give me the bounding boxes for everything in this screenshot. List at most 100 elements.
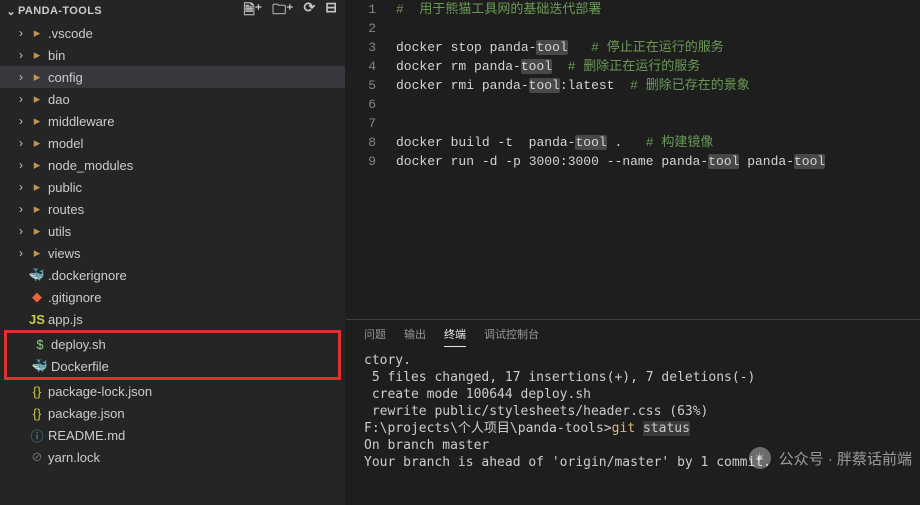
tree-item-label: routes xyxy=(48,202,84,217)
folder-icon: ▸ xyxy=(28,179,46,195)
new-folder-icon[interactable]: 🗀⁺ xyxy=(272,0,293,23)
refresh-icon[interactable]: ⟳ xyxy=(304,0,316,23)
code-line[interactable]: 6 xyxy=(346,95,920,114)
code-line[interactable]: 2 xyxy=(346,19,920,38)
main-area: 1# 用于熊猫工具网的基础迭代部署23docker stop panda-too… xyxy=(346,0,920,505)
tree-item-label: yarn.lock xyxy=(48,450,100,465)
explorer-header[interactable]: ⌄ PANDA-TOOLS 🗎⁺ 🗀⁺ ⟳ ⊟ xyxy=(0,0,345,22)
folder--vscode[interactable]: ›▸.vscode xyxy=(0,22,345,44)
folder-dao[interactable]: ›▸dao xyxy=(0,88,345,110)
terminal-output[interactable]: ctory. 5 files changed, 17 insertions(+)… xyxy=(346,350,920,505)
chevron-right-icon: › xyxy=(14,26,28,40)
file-tree-lower: {}package-lock.json{}package.jsonⓘREADME… xyxy=(0,380,345,468)
terminal-line: On branch master xyxy=(364,437,902,454)
line-number: 4 xyxy=(346,57,396,76)
code-content: docker stop panda-tool # 停止正在运行的服务 xyxy=(396,38,724,57)
folder-middleware[interactable]: ›▸middleware xyxy=(0,110,345,132)
folder-config[interactable]: ›▸config xyxy=(0,66,345,88)
folder-views[interactable]: ›▸views xyxy=(0,242,345,264)
folder-bin[interactable]: ›▸bin xyxy=(0,44,345,66)
file-app-js[interactable]: JSapp.js xyxy=(0,308,345,330)
folder-icon: ▸ xyxy=(28,201,46,217)
code-line[interactable]: 3docker stop panda-tool # 停止正在运行的服务 xyxy=(346,38,920,57)
project-name: PANDA-TOOLS xyxy=(18,5,243,17)
tree-item-label: bin xyxy=(48,48,65,63)
panel-tab-输出[interactable]: 输出 xyxy=(404,326,426,346)
terminal-line: rewrite public/stylesheets/header.css (6… xyxy=(364,403,902,420)
chevron-right-icon: › xyxy=(14,48,28,62)
explorer-actions: 🗎⁺ 🗀⁺ ⟳ ⊟ xyxy=(243,0,337,23)
chevron-right-icon: › xyxy=(14,136,28,150)
terminal-line: F:\projects\个人项目\panda-tools>git status xyxy=(364,420,902,437)
line-number: 1 xyxy=(346,0,396,19)
line-number: 8 xyxy=(346,133,396,152)
tree-item-label: model xyxy=(48,136,83,151)
tree-item-label: Dockerfile xyxy=(51,359,109,374)
tree-item-label: views xyxy=(48,246,81,261)
panel-tab-问题[interactable]: 问题 xyxy=(364,326,386,346)
chevron-right-icon: › xyxy=(14,114,28,128)
info-icon: ⓘ xyxy=(28,426,46,445)
line-number: 7 xyxy=(346,114,396,133)
code-line[interactable]: 5docker rmi panda-tool:latest # 删除已存在的景象 xyxy=(346,76,920,95)
tree-item-label: utils xyxy=(48,224,71,239)
code-line[interactable]: 7 xyxy=(346,114,920,133)
file-tree: ›▸.vscode›▸bin›▸config›▸dao›▸middleware›… xyxy=(0,22,345,330)
file--dockerignore[interactable]: 🐳.dockerignore xyxy=(0,264,345,286)
code-line[interactable]: 8docker build -t panda-tool . # 构建镜像 xyxy=(346,133,920,152)
chevron-right-icon: › xyxy=(14,224,28,238)
highlighted-files: $deploy.sh🐳Dockerfile xyxy=(4,330,341,380)
file-package-lock-json[interactable]: {}package-lock.json xyxy=(0,380,345,402)
folder-icon: ▸ xyxy=(28,69,46,85)
folder-utils[interactable]: ›▸utils xyxy=(0,220,345,242)
folder-icon: ▸ xyxy=(28,245,46,261)
line-number: 9 xyxy=(346,152,396,171)
file-deploy-sh[interactable]: $deploy.sh xyxy=(7,333,338,355)
docker-icon: 🐳 xyxy=(31,358,49,374)
tree-item-label: public xyxy=(48,180,82,195)
file-explorer: ⌄ PANDA-TOOLS 🗎⁺ 🗀⁺ ⟳ ⊟ ›▸.vscode›▸bin›▸… xyxy=(0,0,346,505)
git-icon: ◆ xyxy=(28,289,46,305)
tree-item-label: package-lock.json xyxy=(48,384,152,399)
folder-public[interactable]: ›▸public xyxy=(0,176,345,198)
code-editor[interactable]: 1# 用于熊猫工具网的基础迭代部署23docker stop panda-too… xyxy=(346,0,920,319)
terminal-line: ctory. xyxy=(364,352,902,369)
code-line[interactable]: 1# 用于熊猫工具网的基础迭代部署 xyxy=(346,0,920,19)
chevron-right-icon: › xyxy=(14,158,28,172)
lock-icon: ⊘ xyxy=(28,449,46,465)
code-line[interactable]: 4docker rm panda-tool # 删除正在运行的服务 xyxy=(346,57,920,76)
file-Dockerfile[interactable]: 🐳Dockerfile xyxy=(7,355,338,377)
js-icon: JS xyxy=(28,312,46,327)
folder-icon: ▸ xyxy=(28,91,46,107)
dollar-icon: $ xyxy=(31,337,49,352)
folder-routes[interactable]: ›▸routes xyxy=(0,198,345,220)
code-content: docker rmi panda-tool:latest # 删除已存在的景象 xyxy=(396,76,750,95)
folder-node_modules[interactable]: ›▸node_modules xyxy=(0,154,345,176)
panel-tab-调试控制台[interactable]: 调试控制台 xyxy=(484,326,539,346)
tree-item-label: app.js xyxy=(48,312,83,327)
line-number: 2 xyxy=(346,19,396,38)
folder-icon: ▸ xyxy=(28,113,46,129)
file--gitignore[interactable]: ◆.gitignore xyxy=(0,286,345,308)
folder-model[interactable]: ›▸model xyxy=(0,132,345,154)
file-yarn-lock[interactable]: ⊘yarn.lock xyxy=(0,446,345,468)
folder-icon: ▸ xyxy=(28,223,46,239)
braces-icon: {} xyxy=(28,406,46,421)
tree-item-label: .dockerignore xyxy=(48,268,127,283)
panel-tab-终端[interactable]: 终端 xyxy=(444,326,466,347)
folder-icon: ▸ xyxy=(28,25,46,41)
code-content: docker rm panda-tool # 删除正在运行的服务 xyxy=(396,57,700,76)
line-number: 6 xyxy=(346,95,396,114)
tree-item-label: README.md xyxy=(48,428,125,443)
collapse-icon[interactable]: ⊟ xyxy=(325,0,337,23)
file-package-json[interactable]: {}package.json xyxy=(0,402,345,424)
code-line[interactable]: 9docker run -d -p 3000:3000 --name panda… xyxy=(346,152,920,171)
code-content: docker run -d -p 3000:3000 --name panda-… xyxy=(396,152,825,171)
new-file-icon[interactable]: 🗎⁺ xyxy=(243,0,262,23)
tree-item-label: config xyxy=(48,70,83,85)
chevron-right-icon: › xyxy=(14,180,28,194)
file-README-md[interactable]: ⓘREADME.md xyxy=(0,424,345,446)
tree-item-label: middleware xyxy=(48,114,114,129)
tree-item-label: .vscode xyxy=(48,26,93,41)
chevron-right-icon: › xyxy=(14,202,28,216)
